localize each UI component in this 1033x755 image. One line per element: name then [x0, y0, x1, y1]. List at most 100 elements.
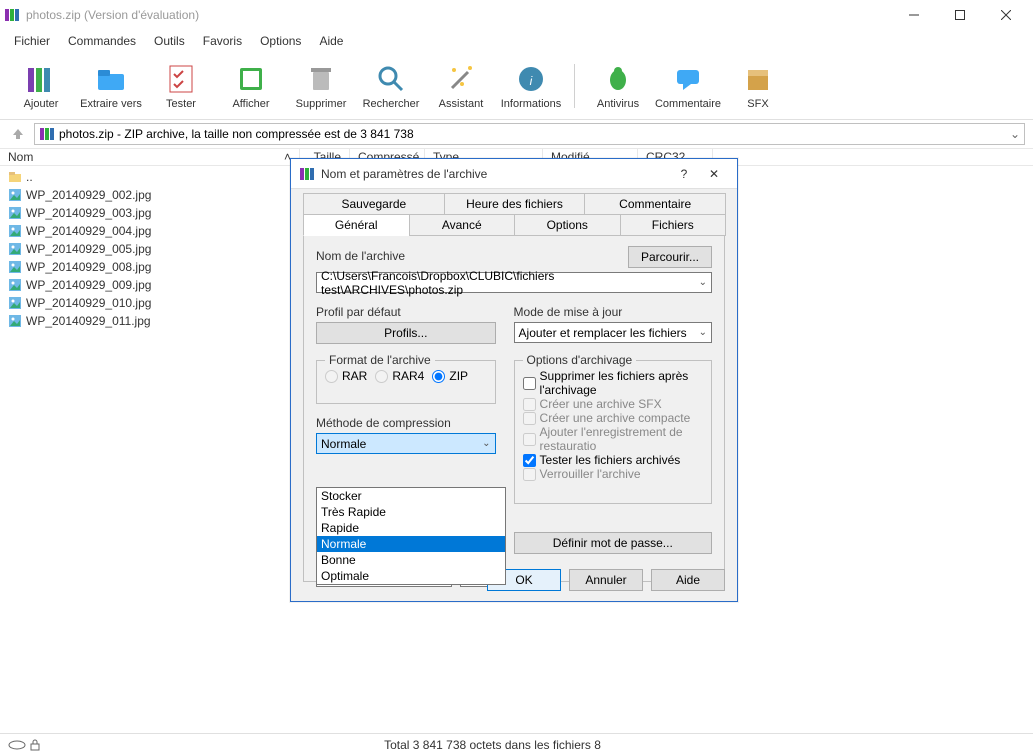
search-button[interactable]: Rechercher [360, 62, 422, 110]
dialog-button-row: OK Annuler Aide [487, 569, 725, 591]
radio-zip[interactable]: ZIP [432, 369, 468, 383]
status-left [8, 739, 40, 751]
info-button[interactable]: i Informations [500, 62, 562, 110]
jpg-icon [8, 206, 22, 220]
compression-label: Méthode de compression [316, 416, 496, 430]
delete-button[interactable]: Supprimer [290, 62, 352, 110]
extract-button[interactable]: Extraire vers [80, 62, 142, 110]
antivirus-button[interactable]: Antivirus [587, 62, 649, 110]
file-name: WP_20140929_002.jpg [26, 188, 151, 202]
info-label: Informations [501, 98, 562, 110]
update-mode-select[interactable]: Ajouter et remplacer les fichiers ⌄ [514, 322, 712, 343]
archive-icon [39, 126, 55, 142]
browse-button[interactable]: Parcourir... [628, 246, 712, 268]
option-normale[interactable]: Normale [317, 536, 505, 552]
chevron-down-icon: ⌄ [699, 277, 707, 288]
chevron-down-icon[interactable]: ⌄ [1010, 127, 1020, 141]
file-name: WP_20140929_005.jpg [26, 242, 151, 256]
check-sfx: Créer une archive SFX [523, 397, 703, 411]
help-button[interactable]: Aide [651, 569, 725, 591]
file-name: WP_20140929_011.jpg [26, 314, 151, 328]
add-button[interactable]: Ajouter [10, 62, 72, 110]
speech-icon [671, 62, 705, 96]
minimize-button[interactable] [891, 0, 937, 30]
check-compact: Créer une archive compacte [523, 411, 703, 425]
delete-label: Supprimer [296, 98, 347, 110]
tab-options[interactable]: Options [514, 214, 621, 236]
address-bar: photos.zip - ZIP archive, la taille non … [0, 120, 1033, 148]
radio-rar4[interactable]: RAR4 [375, 369, 424, 383]
tab-advanced[interactable]: Avancé [409, 214, 516, 236]
dialog-help-button[interactable]: ? [669, 167, 699, 181]
tab-files[interactable]: Fichiers [620, 214, 727, 236]
check-lock: Verrouiller l'archive [523, 467, 703, 481]
extract-label: Extraire vers [80, 98, 142, 110]
archive-name-label: Nom de l'archive [316, 249, 405, 263]
chevron-down-icon: ⌄ [482, 438, 490, 449]
update-mode-value: Ajouter et remplacer les fichiers [519, 326, 699, 340]
box-icon [741, 62, 775, 96]
menu-favorites[interactable]: Favoris [195, 32, 250, 50]
profiles-button[interactable]: Profils... [316, 322, 496, 344]
menu-tools[interactable]: Outils [146, 32, 193, 50]
tab-general[interactable]: Général [303, 214, 410, 236]
archive-path-value: C:\Users\Francois\Dropbox\CLUBIC\fichier… [321, 269, 699, 297]
dialog-tabs-row2: Général Avancé Options Fichiers [303, 214, 725, 236]
option-rapide[interactable]: Rapide [317, 520, 505, 536]
toolbar-separator [574, 64, 575, 108]
sfx-button[interactable]: SFX [727, 62, 789, 110]
view-label: Afficher [232, 98, 269, 110]
tab-comment[interactable]: Commentaire [584, 193, 726, 214]
file-name: WP_20140929_008.jpg [26, 260, 151, 274]
menu-bar: Fichier Commandes Outils Favoris Options… [0, 30, 1033, 52]
app-icon [299, 166, 315, 182]
option-optimale[interactable]: Optimale [317, 568, 505, 584]
check-test[interactable]: Tester les fichiers archivés [523, 453, 703, 467]
address-field[interactable]: photos.zip - ZIP archive, la taille non … [34, 123, 1025, 145]
info-icon: i [514, 62, 548, 96]
bug-icon [601, 62, 635, 96]
update-mode-label: Mode de mise à jour [514, 305, 712, 319]
up-button[interactable] [8, 124, 28, 144]
close-button[interactable] [983, 0, 1029, 30]
compression-select[interactable]: Normale ⌄ [316, 433, 496, 454]
chevron-down-icon: ⌄ [699, 327, 707, 338]
view-button[interactable]: Afficher [220, 62, 282, 110]
wizard-button[interactable]: Assistant [430, 62, 492, 110]
dialog-tabs-row1: Sauvegarde Heure des fichiers Commentair… [303, 193, 725, 214]
file-name: WP_20140929_004.jpg [26, 224, 151, 238]
jpg-icon [8, 242, 22, 256]
disk-icon [8, 740, 26, 750]
jpg-icon [8, 278, 22, 292]
jpg-icon [8, 260, 22, 274]
check-delete-after[interactable]: Supprimer les fichiers après l'archivage [523, 369, 703, 397]
option-bonne[interactable]: Bonne [317, 552, 505, 568]
file-name: WP_20140929_010.jpg [26, 296, 151, 310]
comment-button[interactable]: Commentaire [657, 62, 719, 110]
col-name[interactable]: Nom˄ [0, 149, 300, 165]
test-button[interactable]: Tester [150, 62, 212, 110]
menu-file[interactable]: Fichier [6, 32, 58, 50]
winrar-window: photos.zip (Version d'évaluation) Fichie… [0, 0, 1033, 755]
menu-help[interactable]: Aide [311, 32, 351, 50]
option-tres-rapide[interactable]: Très Rapide [317, 504, 505, 520]
password-button[interactable]: Définir mot de passe... [514, 532, 712, 554]
search-icon [374, 62, 408, 96]
cancel-button[interactable]: Annuler [569, 569, 643, 591]
dialog-titlebar: Nom et paramètres de l'archive ? ✕ [291, 159, 737, 189]
window-title: photos.zip (Version d'évaluation) [26, 8, 891, 22]
format-group: Format de l'archive RAR RAR4 ZIP [316, 360, 496, 404]
status-center: Total 3 841 738 octets dans les fichiers… [40, 738, 945, 752]
jpg-icon [8, 224, 22, 238]
tab-filetime[interactable]: Heure des fichiers [444, 193, 586, 214]
archive-path-field[interactable]: C:\Users\Francois\Dropbox\CLUBIC\fichier… [316, 272, 712, 293]
radio-rar[interactable]: RAR [325, 369, 367, 383]
check-recovery: Ajouter l'enregistrement de restauratio [523, 425, 703, 453]
maximize-button[interactable] [937, 0, 983, 30]
tab-backup[interactable]: Sauvegarde [303, 193, 445, 214]
option-stocker[interactable]: Stocker [317, 488, 505, 504]
menu-commands[interactable]: Commandes [60, 32, 144, 50]
jpg-icon [8, 296, 22, 310]
dialog-close-button[interactable]: ✕ [699, 167, 729, 181]
menu-options[interactable]: Options [252, 32, 309, 50]
